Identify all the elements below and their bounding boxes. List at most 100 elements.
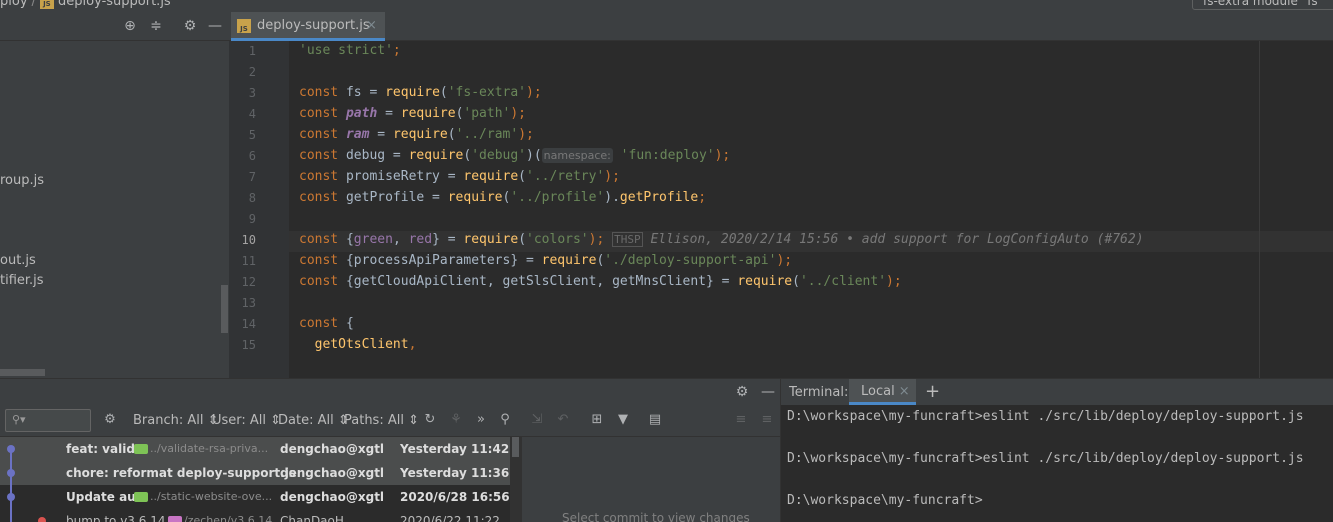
date-filter[interactable]: Date: All ⇕ <box>278 413 349 428</box>
punctuation: ); <box>604 169 620 184</box>
commit-date: 2020/6/22 11:22 <box>400 514 500 522</box>
refresh-icon[interactable]: ↻ <box>421 411 439 429</box>
expand-all-icon[interactable]: ≡ <box>732 411 750 429</box>
code-editor: JS deploy-support.js × 1 2 3 4 5 6 7 8 9… <box>229 12 1333 378</box>
code-line[interactable]: const path = require('path'); <box>299 106 526 121</box>
terminal-tab-label: Local <box>861 384 895 399</box>
line-number: 12 <box>241 275 256 289</box>
keyword: const <box>299 274 339 289</box>
keyword: const <box>299 127 339 142</box>
commit-details-panel <box>521 437 780 522</box>
commit-graph-line <box>10 447 12 522</box>
collapse-icon[interactable]: ⇲ <box>528 411 546 429</box>
string-literal: '../profile' <box>510 190 605 205</box>
project-toolbar: ⊕ ≑ ⚙ — <box>0 12 229 41</box>
global-identifier: path <box>345 106 378 121</box>
collapse-icon[interactable]: ≑ <box>147 17 165 35</box>
commit-search-input[interactable]: ⚲▾ <box>5 409 91 432</box>
filter-icon[interactable]: ▼ <box>614 411 632 429</box>
code-line[interactable]: const {processApiParameters} = require('… <box>299 253 792 268</box>
code-line[interactable]: const debug = require('debug')(namespace… <box>299 148 730 163</box>
gear-icon[interactable]: ⚙ <box>733 383 751 401</box>
new-terminal-button[interactable]: + <box>925 381 940 402</box>
branch-name: ../validate-rsa-priva... <box>150 442 269 455</box>
commit-list-scrollbar[interactable] <box>510 437 521 522</box>
code-line[interactable]: const {getCloudApiClient, getSlsClient, … <box>299 274 902 289</box>
keyword: const <box>299 85 339 100</box>
identifier: getProfile = <box>338 190 448 205</box>
gear-icon[interactable]: ⚙ <box>181 17 199 35</box>
commit-author: ChanDaoH <box>280 514 344 522</box>
code-line[interactable]: const { <box>299 316 354 331</box>
project-file-item[interactable]: roup.js <box>0 173 44 188</box>
punctuation: ); <box>518 127 534 142</box>
string-literal: 'colors' <box>526 232 589 247</box>
minimize-icon[interactable]: — <box>206 17 224 35</box>
commit-row[interactable]: bump to v3.6.14 /zechen/v3.6.14 ChanDaoH… <box>0 509 510 522</box>
function-call: require <box>463 169 519 184</box>
function-call: require <box>447 190 503 205</box>
punctuation: { <box>338 316 354 331</box>
terminal-prompt[interactable]: D:\workspace\my-funcraft> <box>787 493 983 508</box>
function-call: require <box>385 85 440 100</box>
close-icon[interactable]: × <box>899 384 910 399</box>
search-icon[interactable]: ⚲ <box>496 411 514 429</box>
minimize-icon[interactable]: — <box>759 383 777 401</box>
code-line[interactable]: getOtsClient, <box>299 337 417 352</box>
commit-row[interactable]: chore: reformat deploy-support.js dengch… <box>0 461 510 485</box>
breadcrumb-file[interactable]: deploy-support.js <box>58 0 171 9</box>
commit-date: 2020/6/28 16:56 <box>400 490 510 504</box>
cherry-pick-icon[interactable]: ⚘ <box>447 411 465 429</box>
project-horizontal-scrollbar[interactable] <box>0 369 45 376</box>
terminal-tab-local[interactable]: Local × <box>849 379 916 405</box>
commit-row[interactable]: feat: valida ../validate-rsa-priva... de… <box>0 437 510 461</box>
punctuation: ( <box>518 169 526 184</box>
commit-message: chore: reformat deploy-support.js <box>66 466 296 480</box>
code-line[interactable]: 'use strict'; <box>299 43 401 58</box>
identifier: {processApiParameters} = <box>338 253 542 268</box>
code-line[interactable]: const ram = require('../ram'); <box>299 127 534 142</box>
terminal-tab-bar: Terminal: Local × + <box>781 379 1333 405</box>
undo-icon[interactable]: ↶ <box>554 411 572 429</box>
layout-icon[interactable]: ▤ <box>646 411 664 429</box>
terminal-output-line[interactable]: D:\workspace\my-funcraft>eslint ./src/li… <box>787 451 1304 466</box>
code-line[interactable]: const fs = require('fs-extra'); <box>299 85 542 100</box>
git-blame-annotation[interactable]: Ellison, 2020/2/14 15:56 • add support f… <box>643 232 1143 247</box>
tag-icon <box>134 492 148 502</box>
string-literal: 'fun:deploy' <box>620 148 715 163</box>
collapse-all-icon[interactable]: ≡ <box>758 411 776 429</box>
branch-filter[interactable]: Branch: All ⇕ <box>133 413 219 428</box>
documentation-popup-tab[interactable]: fs-extra module "fs" <box>1192 0 1333 10</box>
branch-name: ../static-website-ove... <box>150 490 273 503</box>
commit-message: bump to v3.6.14 <box>66 514 166 522</box>
close-icon[interactable]: × <box>366 12 377 40</box>
group-by-icon[interactable]: ⊞ <box>588 411 606 429</box>
editor-tab-deploy-support[interactable]: JS deploy-support.js × <box>231 12 385 41</box>
breadcrumb: ploy / JS deploy-support.js <box>0 0 171 9</box>
project-file-item[interactable]: out.js <box>0 253 36 268</box>
code-line[interactable]: const promiseRetry = require('../retry')… <box>299 169 620 184</box>
code-line[interactable]: const getProfile = require('../profile')… <box>299 190 706 205</box>
operator: = <box>377 106 401 121</box>
commit-row[interactable]: Update aut ../static-website-ove... deng… <box>0 485 510 509</box>
punctuation: ; <box>698 190 707 205</box>
project-file-item[interactable]: tifier.js <box>0 273 44 288</box>
paths-filter[interactable]: Paths: All ⇕ <box>344 413 419 428</box>
navigation-bar: ploy / JS deploy-support.js fs-extra modul… <box>0 0 1333 12</box>
function-call: require <box>400 106 456 121</box>
project-vertical-scrollbar[interactable] <box>221 285 228 333</box>
user-filter[interactable]: User: All ⇕ <box>212 413 281 428</box>
project-panel: ⊕ ≑ ⚙ — roup.js out.js tifier.js <box>0 12 229 378</box>
locate-icon[interactable]: ⊕ <box>121 17 139 35</box>
punctuation: ( <box>518 232 527 247</box>
keyword: const <box>299 232 339 247</box>
line-number: 6 <box>248 149 256 163</box>
terminal-output-line[interactable]: D:\workspace\my-funcraft>eslint ./src/li… <box>787 409 1304 424</box>
gear-icon[interactable]: ⚙ <box>101 411 119 429</box>
more-icon[interactable]: » <box>472 411 490 429</box>
code-line-current[interactable]: const {green, red} = require('colors'); … <box>299 232 1144 247</box>
punctuation: ). <box>604 190 620 205</box>
keyword: const <box>299 253 339 268</box>
breadcrumb-folder[interactable]: ploy <box>0 0 28 9</box>
punctuation: ( <box>439 85 448 100</box>
